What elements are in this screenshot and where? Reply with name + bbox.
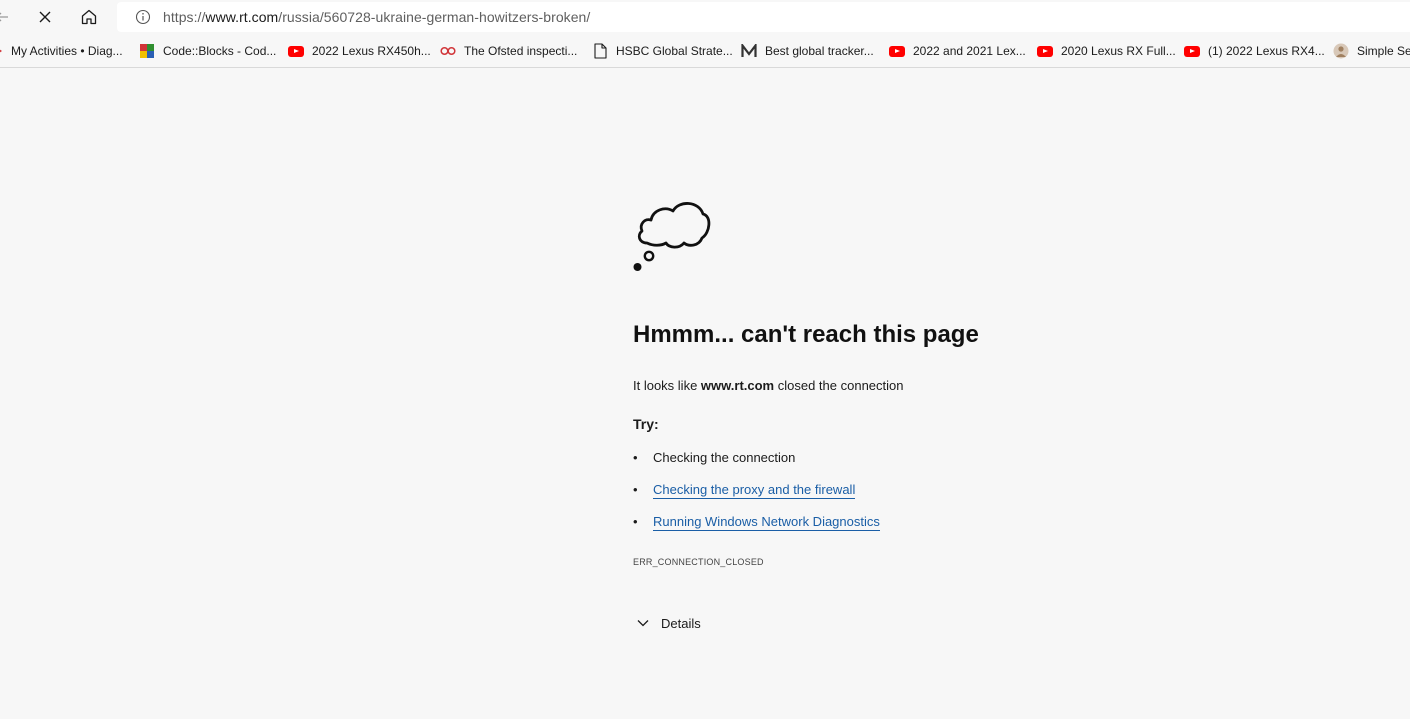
page-title: Hmmm... can't reach this page bbox=[633, 321, 979, 348]
details-label: Details bbox=[661, 615, 701, 631]
try-label: Try: bbox=[633, 416, 659, 432]
codeblocks-icon bbox=[139, 43, 155, 59]
medium-icon bbox=[741, 43, 757, 59]
bookmark-label: Code::Blocks - Cod... bbox=[163, 44, 277, 58]
lead-text-before: It looks like bbox=[633, 378, 701, 393]
bookmarks-bar: My Activities • Diag... Code::Blocks - C… bbox=[0, 34, 1410, 68]
ofsted-icon bbox=[440, 43, 456, 59]
bookmark-my-activities[interactable]: My Activities • Diag... bbox=[0, 40, 123, 62]
home-icon bbox=[81, 9, 97, 25]
bookmark-hsbc[interactable]: HSBC Global Strate... bbox=[592, 40, 733, 62]
bookmark-label: My Activities • Diag... bbox=[11, 44, 123, 58]
url-prefix: https:// bbox=[163, 9, 206, 25]
suggestion-item: • Checking the connection bbox=[633, 450, 795, 465]
lead-text-after: closed the connection bbox=[774, 378, 904, 393]
chevron-down-icon bbox=[635, 615, 651, 631]
back-button[interactable] bbox=[0, 3, 16, 31]
bullet: • bbox=[633, 514, 638, 529]
proxy-firewall-link[interactable]: Checking the proxy and the firewall bbox=[653, 482, 856, 499]
bookmark-label: (1) 2022 Lexus RX4... bbox=[1208, 44, 1325, 58]
stop-loading-button[interactable] bbox=[31, 3, 59, 31]
bookmark-label: 2020 Lexus RX Full... bbox=[1061, 44, 1176, 58]
youtube-icon bbox=[889, 43, 905, 59]
bookmark-label: The Ofsted inspecti... bbox=[464, 44, 578, 58]
bookmark-label: HSBC Global Strate... bbox=[616, 44, 733, 58]
bookmark-lexus-2020[interactable]: 2020 Lexus RX Full... bbox=[1037, 40, 1176, 62]
network-diagnostics-link[interactable]: Running Windows Network Diagnostics bbox=[653, 514, 880, 531]
bookmark-label: Best global tracker... bbox=[765, 44, 874, 58]
youtube-icon bbox=[288, 43, 304, 59]
bookmark-lexus-rx4[interactable]: (1) 2022 Lexus RX4... bbox=[1184, 40, 1325, 62]
back-arrow-icon bbox=[0, 12, 8, 22]
suggestion-text: Checking the connection bbox=[653, 450, 796, 465]
details-toggle[interactable]: Details bbox=[635, 615, 701, 631]
bookmark-label: 2022 and 2021 Lex... bbox=[913, 44, 1026, 58]
home-button[interactable] bbox=[75, 3, 103, 31]
avatar-icon bbox=[1333, 43, 1349, 59]
red-arrow-icon bbox=[0, 43, 4, 59]
bookmark-label: 2022 Lexus RX450h... bbox=[312, 44, 431, 58]
error-description: It looks like www.rt.com closed the conn… bbox=[633, 378, 904, 393]
bookmark-codeblocks[interactable]: Code::Blocks - Cod... bbox=[139, 40, 276, 62]
lead-host: www.rt.com bbox=[700, 378, 775, 393]
bullet: • bbox=[633, 482, 638, 497]
bookmark-simple-sea[interactable]: Simple Sea bbox=[1333, 40, 1410, 62]
url-text[interactable]: https://www.rt.com/russia/560728-ukraine… bbox=[163, 9, 590, 25]
url-path: /russia/560728-ukraine-german-howitzers-… bbox=[278, 9, 591, 25]
youtube-icon bbox=[1037, 43, 1053, 59]
bookmark-label: Simple Sea bbox=[1357, 44, 1410, 58]
bookmark-best-global-tracker[interactable]: Best global tracker... bbox=[741, 40, 874, 62]
suggestion-item: • Checking the proxy and the firewall bbox=[633, 482, 856, 499]
bookmark-lexus-2022-2021[interactable]: 2022 and 2021 Lex... bbox=[889, 40, 1026, 62]
close-icon bbox=[39, 11, 51, 23]
browser-toolbar: https://www.rt.com/russia/560728-ukraine… bbox=[0, 0, 1410, 34]
bullet: • bbox=[633, 450, 638, 465]
document-icon bbox=[592, 43, 608, 59]
info-icon[interactable] bbox=[135, 9, 151, 25]
address-bar[interactable]: https://www.rt.com/russia/560728-ukraine… bbox=[117, 2, 1410, 32]
error-code: ERR_CONNECTION_CLOSED bbox=[633, 557, 764, 567]
url-host: www.rt.com bbox=[205, 9, 279, 25]
bookmark-ofsted[interactable]: The Ofsted inspecti... bbox=[440, 40, 577, 62]
thought-cloud-icon bbox=[633, 202, 711, 271]
bookmark-lexus-rx450h[interactable]: 2022 Lexus RX450h... bbox=[288, 40, 431, 62]
suggestion-item: • Running Windows Network Diagnostics bbox=[633, 514, 880, 531]
youtube-icon bbox=[1184, 43, 1200, 59]
